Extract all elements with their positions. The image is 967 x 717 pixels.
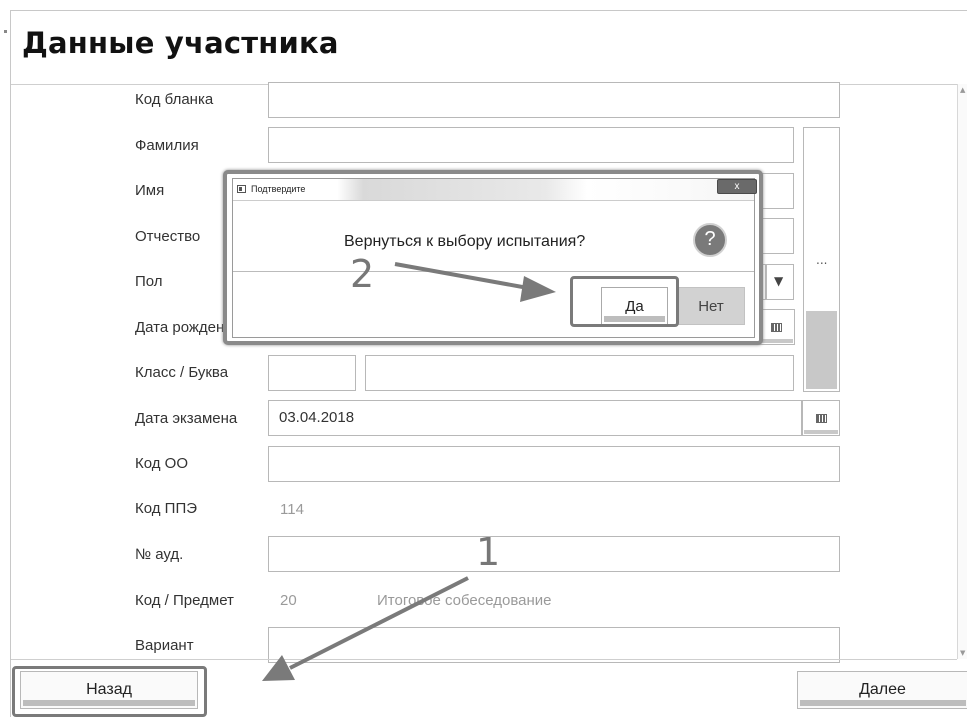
letter-input[interactable]	[365, 355, 794, 391]
label-room-number: № ауд.	[135, 546, 184, 563]
yes-button-highlight	[570, 276, 679, 327]
window-border-left	[10, 10, 11, 717]
variant-input[interactable]	[268, 627, 840, 663]
dialog-message: Вернуться к выбору испытания?	[344, 233, 586, 250]
vertical-scrollbar[interactable]: ▲ ▼	[957, 84, 967, 659]
window-border-top	[10, 10, 967, 11]
close-icon[interactable]: x	[717, 179, 757, 194]
fio-side-button[interactable]: ...	[803, 127, 840, 392]
class-input[interactable]	[268, 355, 356, 391]
dialog-titlebar[interactable]: Подтвердите x	[233, 179, 757, 201]
dialog-divider	[233, 271, 754, 272]
label-first-name: Имя	[135, 182, 165, 199]
button-underline	[800, 700, 966, 706]
chevron-down-icon: ▼	[774, 274, 784, 288]
last-name-input[interactable]	[268, 127, 794, 163]
school-code-input[interactable]	[268, 446, 840, 482]
button-underline	[804, 430, 838, 434]
no-button-label: Нет	[698, 298, 724, 315]
room-number-input[interactable]	[268, 536, 840, 572]
exam-date-input[interactable]: 03.04.2018	[268, 400, 802, 436]
label-blank-code: Код бланка	[135, 91, 214, 108]
label-exam-date: Дата экзамена	[135, 410, 238, 427]
next-button[interactable]: Далее	[797, 671, 967, 709]
annotation-step-1: 1	[476, 530, 501, 574]
button-underline	[759, 339, 793, 343]
next-button-label: Далее	[859, 681, 906, 698]
side-button-fill	[806, 311, 837, 389]
annotation-step-2: 2	[350, 252, 375, 296]
app-icon	[237, 185, 246, 193]
calendar-icon	[816, 414, 827, 423]
calendar-icon	[771, 323, 782, 332]
scroll-up-icon[interactable]: ▲	[960, 86, 965, 94]
scroll-down-icon[interactable]: ▼	[960, 649, 965, 657]
no-button[interactable]: Нет	[677, 287, 745, 325]
label-class-letter: Класс / Буква	[135, 364, 229, 381]
dialog-title: Подтвердите	[251, 184, 306, 194]
more-icon: ...	[816, 253, 828, 267]
blank-code-input[interactable]	[268, 82, 840, 118]
label-subject-code: Код / Предмет	[135, 592, 234, 609]
label-gender: Пол	[135, 273, 163, 290]
gender-dropdown-button[interactable]: ▼	[766, 264, 794, 300]
label-patronymic: Отчество	[135, 228, 201, 245]
footer-divider	[11, 659, 957, 660]
label-last-name: Фамилия	[135, 137, 199, 154]
back-button-highlight	[12, 666, 207, 717]
subject-code-value: 20	[280, 592, 297, 609]
label-school-code: Код ОО	[135, 455, 189, 472]
subject-name-value: Итоговое собеседование	[377, 592, 552, 609]
page-title: Данные участника	[22, 26, 339, 60]
label-ppe-code: Код ППЭ	[135, 500, 198, 517]
window-corner-mark	[4, 30, 7, 33]
question-icon: ?	[693, 223, 727, 257]
exam-date-calendar-button[interactable]	[802, 400, 840, 436]
confirm-dialog: Подтвердите x Вернуться к выбору испытан…	[223, 170, 763, 345]
label-variant: Вариант	[135, 637, 194, 654]
ppe-code-value: 114	[280, 501, 304, 518]
